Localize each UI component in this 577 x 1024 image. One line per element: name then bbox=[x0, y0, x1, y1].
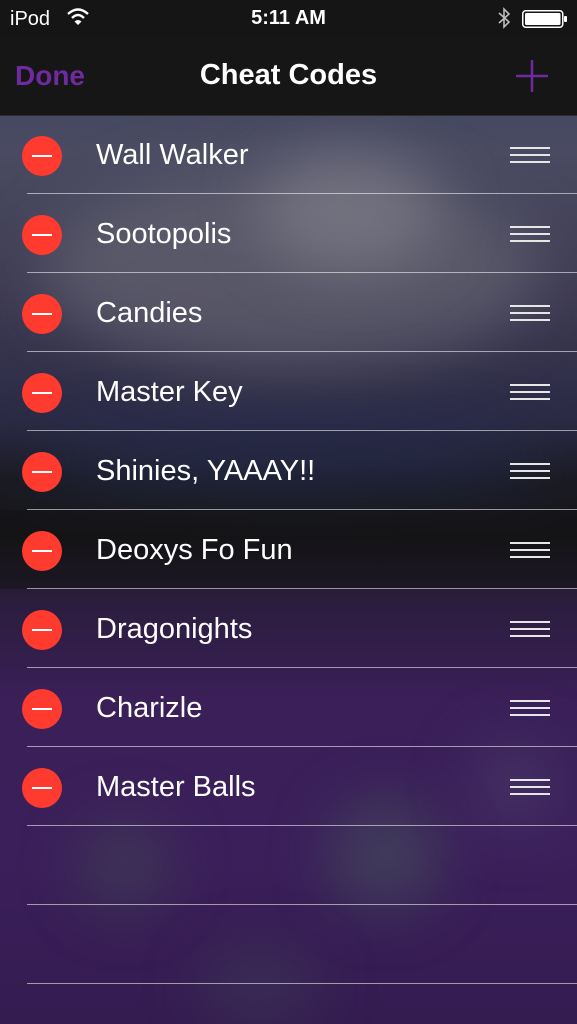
grip-line bbox=[510, 635, 550, 637]
minus-circle-icon[interactable] bbox=[22, 768, 62, 808]
minus-glyph bbox=[32, 313, 52, 315]
grip-line bbox=[510, 463, 550, 465]
grip-line bbox=[510, 470, 550, 472]
row-separator bbox=[27, 983, 577, 984]
battery-icon bbox=[522, 10, 567, 28]
minus-glyph bbox=[32, 708, 52, 710]
empty-row bbox=[0, 905, 577, 984]
grip-line bbox=[510, 398, 550, 400]
minus-circle-icon[interactable] bbox=[22, 373, 62, 413]
grip-line bbox=[510, 391, 550, 393]
empty-row bbox=[0, 826, 577, 905]
plus-icon[interactable] bbox=[514, 58, 550, 94]
list-item-label: Shinies, YAAAY!! bbox=[96, 455, 316, 487]
reorder-grip-icon[interactable] bbox=[510, 226, 550, 243]
minus-glyph bbox=[32, 471, 52, 473]
grip-line bbox=[510, 556, 550, 558]
minus-glyph bbox=[32, 392, 52, 394]
list-item[interactable]: Master Balls bbox=[0, 747, 577, 826]
reorder-grip-icon[interactable] bbox=[510, 147, 550, 164]
grip-line bbox=[510, 147, 550, 149]
minus-glyph bbox=[32, 787, 52, 789]
reorder-grip-icon[interactable] bbox=[510, 779, 550, 796]
grip-line bbox=[510, 226, 550, 228]
page-title: Cheat Codes bbox=[199, 59, 378, 91]
minus-circle-icon[interactable] bbox=[22, 452, 62, 492]
list-item[interactable]: Candies bbox=[0, 273, 577, 352]
list-item-label: Wall Walker bbox=[96, 139, 249, 171]
grip-line bbox=[510, 319, 550, 321]
reorder-grip-icon[interactable] bbox=[510, 384, 550, 401]
reorder-grip-icon[interactable] bbox=[510, 621, 550, 638]
list-item[interactable]: Shinies, YAAAY!! bbox=[0, 431, 577, 510]
minus-circle-icon[interactable] bbox=[22, 136, 62, 176]
reorder-grip-icon[interactable] bbox=[510, 305, 550, 322]
minus-circle-icon[interactable] bbox=[22, 531, 62, 571]
list-item[interactable]: Charizle bbox=[0, 668, 577, 747]
list-item[interactable]: Deoxys Fo Fun bbox=[0, 510, 577, 589]
grip-line bbox=[510, 233, 550, 235]
grip-line bbox=[510, 305, 550, 307]
reorder-grip-icon[interactable] bbox=[510, 463, 550, 480]
list-item-label: Sootopolis bbox=[96, 218, 232, 250]
minus-circle-icon[interactable] bbox=[22, 610, 62, 650]
minus-glyph bbox=[32, 550, 52, 552]
grip-line bbox=[510, 707, 550, 709]
grip-line bbox=[510, 161, 550, 163]
minus-glyph bbox=[32, 234, 52, 236]
grip-line bbox=[510, 549, 550, 551]
list-item[interactable]: Sootopolis bbox=[0, 194, 577, 273]
list-item-label: Master Balls bbox=[96, 771, 256, 803]
reorder-grip-icon[interactable] bbox=[510, 542, 550, 559]
list-item[interactable]: Dragonights bbox=[0, 589, 577, 668]
list-item-label: Master Key bbox=[96, 376, 243, 408]
grip-line bbox=[510, 786, 550, 788]
grip-line bbox=[510, 700, 550, 702]
grip-line bbox=[510, 312, 550, 314]
reorder-grip-icon[interactable] bbox=[510, 700, 550, 717]
list-item[interactable]: Wall Walker bbox=[0, 115, 577, 194]
grip-line bbox=[510, 714, 550, 716]
grip-line bbox=[510, 154, 550, 156]
grip-line bbox=[510, 793, 550, 795]
status-time: 5:11 AM bbox=[251, 7, 326, 29]
list-item-label: Candies bbox=[96, 297, 203, 329]
list-item-label: Charizle bbox=[96, 692, 203, 724]
grip-line bbox=[510, 477, 550, 479]
minus-circle-icon[interactable] bbox=[22, 689, 62, 729]
minus-circle-icon[interactable] bbox=[22, 215, 62, 255]
grip-line bbox=[510, 779, 550, 781]
status-bar: iPod 5:11 AM bbox=[0, 0, 577, 38]
grip-line bbox=[510, 384, 550, 386]
minus-glyph bbox=[32, 629, 52, 631]
grip-line bbox=[510, 628, 550, 630]
navigation-bar: Done Cheat Codes bbox=[0, 38, 577, 116]
grip-line bbox=[510, 542, 550, 544]
minus-glyph bbox=[32, 155, 52, 157]
list-item-label: Deoxys Fo Fun bbox=[96, 534, 293, 566]
list-item-label: Dragonights bbox=[96, 613, 253, 645]
bluetooth-icon bbox=[498, 7, 511, 29]
minus-circle-icon[interactable] bbox=[22, 294, 62, 334]
grip-line bbox=[510, 621, 550, 623]
grip-line bbox=[510, 240, 550, 242]
list-item[interactable]: Master Key bbox=[0, 352, 577, 431]
cheat-code-list: Wall Walker Sootopolis Candies Master Key Sh… bbox=[0, 115, 577, 984]
